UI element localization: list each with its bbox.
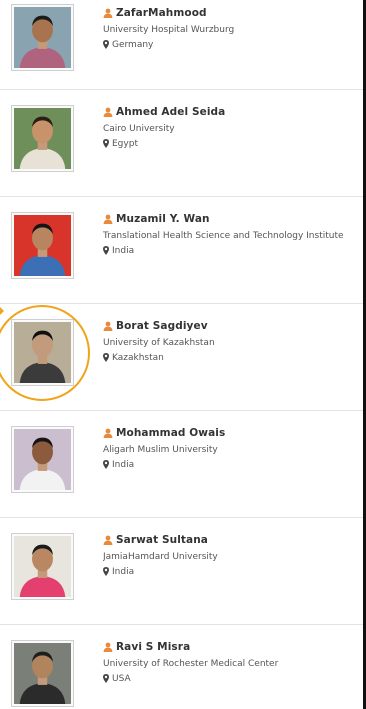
avatar[interactable] (11, 105, 74, 172)
map-pin-icon (103, 567, 109, 576)
map-pin-icon (103, 674, 109, 683)
name-row: Sarwat Sultana (103, 533, 363, 547)
user-icon (103, 321, 113, 331)
person-photo-icon (14, 643, 71, 704)
person-photo-icon (14, 108, 71, 169)
person-info: ZafarMahmood University Hospital Wurzbur… (103, 6, 363, 50)
person-affiliation: University Hospital Wurzburg (103, 25, 235, 35)
person-photo-icon (14, 536, 71, 597)
person-country: Germany (112, 39, 154, 50)
person-affiliation: University of Kazakhstan (103, 338, 215, 348)
user-icon (103, 214, 113, 224)
list-item[interactable]: Ahmed Adel Seida Cairo University Egypt (0, 90, 363, 197)
person-info: Mohammad Owais Aligarh Muslim University… (103, 426, 363, 470)
map-pin-icon (103, 353, 109, 362)
person-info: Ravi S Misra University of Rochester Med… (103, 640, 363, 684)
map-pin-icon (103, 40, 109, 49)
location-row: Kazakhstan (103, 352, 363, 363)
user-icon (103, 535, 113, 545)
person-info: Borat Sagdiyev University of Kazakhstan … (103, 319, 363, 363)
person-affiliation: Translational Health Science and Technol… (103, 231, 344, 241)
person-photo-icon (14, 429, 71, 490)
person-country: India (112, 245, 135, 256)
person-affiliation: University of Rochester Medical Center (103, 659, 279, 669)
avatar[interactable] (11, 533, 74, 600)
person-affiliation: JamiaHamdard University (103, 552, 218, 562)
user-icon (103, 642, 113, 652)
person-photo-icon (14, 215, 71, 276)
name-row: Muzamil Y. Wan (103, 212, 363, 226)
person-country: Kazakhstan (112, 352, 164, 363)
user-icon (103, 428, 113, 438)
name-row: Ravi S Misra (103, 640, 363, 654)
person-info: Sarwat Sultana JamiaHamdard University I… (103, 533, 363, 577)
person-photo-icon (14, 7, 71, 68)
name-row: Mohammad Owais (103, 426, 363, 440)
location-row: India (103, 245, 363, 256)
list-item[interactable]: Muzamil Y. Wan Translational Health Scie… (0, 197, 363, 304)
location-row: India (103, 459, 363, 470)
name-row: Ahmed Adel Seida (103, 105, 363, 119)
avatar[interactable] (11, 640, 74, 707)
person-info: Muzamil Y. Wan Translational Health Scie… (103, 212, 363, 256)
name-row: Borat Sagdiyev (103, 319, 363, 333)
list-item[interactable]: ZafarMahmood University Hospital Wurzbur… (0, 0, 363, 90)
location-row: India (103, 566, 363, 577)
location-row: Egypt (103, 138, 363, 149)
map-pin-icon (103, 246, 109, 255)
person-name[interactable]: Mohammad Owais (116, 427, 225, 439)
person-name[interactable]: Ahmed Adel Seida (116, 106, 225, 118)
list-item[interactable]: Mohammad Owais Aligarh Muslim University… (0, 411, 363, 518)
list-item[interactable]: Sarwat Sultana JamiaHamdard University I… (0, 518, 363, 625)
user-icon (103, 107, 113, 117)
person-affiliation: Aligarh Muslim University (103, 445, 218, 455)
avatar[interactable] (11, 4, 74, 71)
speaker-list-page: ZafarMahmood University Hospital Wurzbur… (0, 0, 366, 709)
person-name[interactable]: Ravi S Misra (116, 641, 190, 653)
person-info: Ahmed Adel Seida Cairo University Egypt (103, 105, 363, 149)
person-country: India (112, 459, 135, 470)
name-row: ZafarMahmood (103, 6, 363, 20)
location-row: USA (103, 673, 363, 684)
person-country: India (112, 566, 135, 577)
location-row: Germany (103, 39, 363, 50)
map-pin-icon (103, 139, 109, 148)
person-photo-icon (14, 322, 71, 383)
map-pin-icon (103, 460, 109, 469)
avatar[interactable] (11, 426, 74, 493)
person-name[interactable]: ZafarMahmood (116, 7, 207, 19)
person-country: Egypt (112, 138, 138, 149)
highlight-arrow (0, 307, 4, 315)
people-list: ZafarMahmood University Hospital Wurzbur… (0, 0, 363, 709)
list-item[interactable]: Borat Sagdiyev University of Kazakhstan … (0, 304, 363, 411)
person-name[interactable]: Sarwat Sultana (116, 534, 208, 546)
person-name[interactable]: Muzamil Y. Wan (116, 213, 210, 225)
list-item[interactable]: Ravi S Misra University of Rochester Med… (0, 625, 363, 709)
user-icon (103, 8, 113, 18)
avatar[interactable] (11, 319, 74, 386)
person-name[interactable]: Borat Sagdiyev (116, 320, 208, 332)
person-affiliation: Cairo University (103, 124, 175, 134)
avatar[interactable] (11, 212, 74, 279)
person-country: USA (112, 673, 131, 684)
